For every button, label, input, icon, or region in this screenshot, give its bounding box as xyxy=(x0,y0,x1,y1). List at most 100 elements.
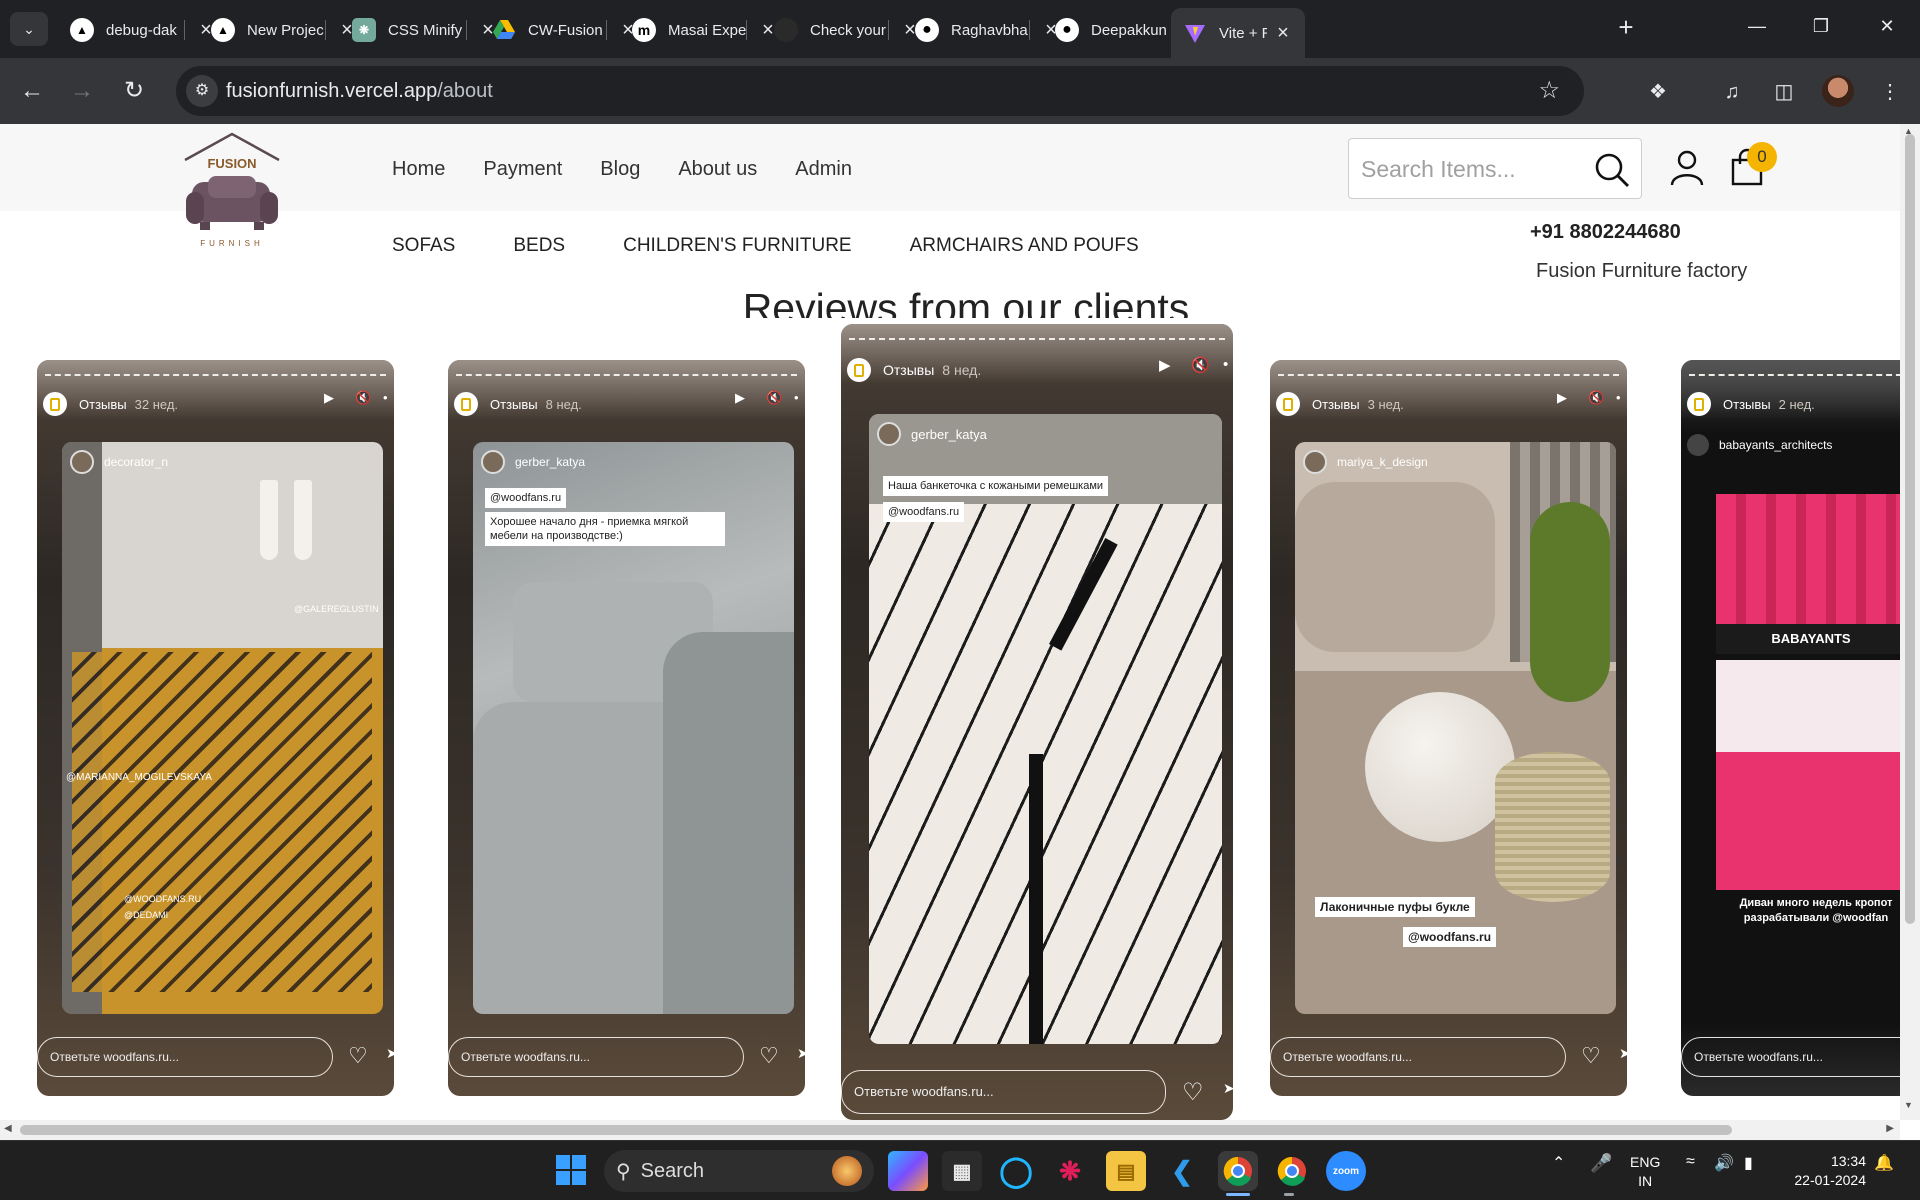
reply-input[interactable]: Ответьте woodfans.ru... xyxy=(448,1037,744,1077)
vertical-scroll-thumb[interactable] xyxy=(1905,134,1915,924)
zoom-icon[interactable]: zoom xyxy=(1326,1151,1366,1191)
wifi-icon[interactable]: ≈ xyxy=(1686,1153,1695,1171)
nav-blog[interactable]: Blog xyxy=(600,158,640,181)
nav-about-us[interactable]: About us xyxy=(678,158,757,181)
system-clock[interactable]: 13:34 22-01-2024 xyxy=(1776,1152,1866,1190)
forward-arrow-icon[interactable]: → xyxy=(66,75,98,107)
review-card[interactable]: Отзывы 2 нед. babayants_architects BABAY… xyxy=(1681,360,1900,1096)
mute-icon[interactable]: 🔇 xyxy=(355,390,371,406)
minimize-icon[interactable]: — xyxy=(1742,16,1772,37)
send-icon[interactable]: ➤ xyxy=(797,1045,805,1062)
tab-separator xyxy=(325,20,326,40)
photo-pink-installation xyxy=(1716,494,1900,624)
scroll-left-arrow-icon[interactable]: ◀ xyxy=(4,1123,12,1134)
close-icon[interactable]: × xyxy=(1273,22,1293,45)
tray-chevron-up-icon[interactable]: ⌃ xyxy=(1552,1153,1565,1173)
file-explorer-icon[interactable]: ▤ xyxy=(1106,1151,1146,1191)
heart-icon[interactable]: ♡ xyxy=(1581,1043,1601,1069)
more-dot-icon[interactable]: • xyxy=(794,390,799,405)
microsoft-store-icon[interactable]: ▦ xyxy=(942,1151,982,1191)
horizontal-scrollbar[interactable]: ◀ ▶ xyxy=(0,1120,1900,1140)
site-logo[interactable]: FUSION FURNISH xyxy=(182,132,282,252)
category-armchairs-poufs[interactable]: ARMCHAIRS AND POUFS xyxy=(910,235,1139,257)
side-panel-icon[interactable]: ◫ xyxy=(1770,78,1798,106)
mute-icon[interactable]: 🔇 xyxy=(1191,356,1210,374)
profile-avatar[interactable] xyxy=(1822,75,1854,107)
reload-icon[interactable]: ↻ xyxy=(118,75,150,107)
kebab-menu-icon[interactable]: ⋮ xyxy=(1876,78,1904,106)
heart-icon[interactable]: ♡ xyxy=(759,1043,779,1069)
chrome-icon[interactable] xyxy=(1218,1151,1258,1191)
tab-vite-react[interactable]: Vite + Rea × xyxy=(1171,8,1305,58)
tab-title: Masai Expe xyxy=(668,21,747,39)
notification-bell-icon[interactable]: 🔔 xyxy=(1874,1153,1894,1173)
address-bar[interactable]: ⚙ fusionfurnish.vercel.app/about ☆ xyxy=(176,66,1584,116)
extensions-puzzle-icon[interactable]: ❖ xyxy=(1644,78,1672,106)
vertical-scrollbar[interactable]: ▲ ▼ xyxy=(1900,124,1920,1120)
mute-icon[interactable]: 🔇 xyxy=(1588,390,1604,406)
vercel-icon: ▲ xyxy=(211,18,235,42)
language-indicator[interactable]: ENG IN xyxy=(1630,1153,1660,1191)
new-tab-plus-icon[interactable]: + xyxy=(1612,14,1640,42)
windows-start-icon[interactable] xyxy=(556,1155,586,1185)
chrome-profile-icon[interactable] xyxy=(1272,1151,1312,1191)
play-icon[interactable]: ▶ xyxy=(1557,390,1567,406)
mute-icon[interactable]: 🔇 xyxy=(766,390,782,406)
browser-toolbar: ← → ↻ ⚙ fusionfurnish.vercel.app/about ☆… xyxy=(0,58,1920,124)
copilot-icon[interactable] xyxy=(888,1151,928,1191)
scroll-right-arrow-icon[interactable]: ▶ xyxy=(1886,1123,1894,1134)
play-icon[interactable]: ▶ xyxy=(735,390,745,406)
site-settings-icon[interactable]: ⚙ xyxy=(186,75,218,107)
more-dot-icon[interactable]: • xyxy=(383,390,388,405)
restore-icon[interactable]: ❐ xyxy=(1806,16,1836,37)
search-icon[interactable] xyxy=(1593,151,1631,189)
review-card[interactable]: Отзывы 32 нед. ▶ 🔇 • decorator_n @GALERE… xyxy=(37,360,394,1096)
search-input[interactable] xyxy=(1361,153,1581,185)
heart-icon[interactable]: ♡ xyxy=(1182,1078,1204,1107)
bookmark-star-icon[interactable]: ☆ xyxy=(1538,76,1560,105)
send-icon[interactable]: ➤ xyxy=(386,1045,394,1062)
review-card[interactable]: Отзывы 3 нед. ▶ 🔇 • mariya_k_design Лако… xyxy=(1270,360,1627,1096)
photo-caption: Диван много недель кропот разрабатывали … xyxy=(1721,896,1900,926)
slack-icon[interactable]: ❋ xyxy=(1050,1151,1090,1191)
play-icon[interactable]: ▶ xyxy=(324,390,334,406)
tab-search-dropdown-icon[interactable]: ⌄ xyxy=(10,12,48,46)
reply-input[interactable]: Ответьте woodfans.ru... xyxy=(1270,1037,1566,1077)
photo-tag: @GALEREGLUSTIN xyxy=(294,604,379,614)
story-progress-bar xyxy=(1689,374,1900,376)
volume-icon[interactable]: 🔊 xyxy=(1714,1153,1734,1173)
send-icon[interactable]: ➤ xyxy=(1619,1045,1627,1062)
nav-payment[interactable]: Payment xyxy=(483,158,562,181)
review-card-active[interactable]: Отзывы 8 нед. ▶ 🔇 • gerber_katya Наша ба… xyxy=(841,324,1233,1120)
back-arrow-icon[interactable]: ← xyxy=(16,75,48,107)
nav-home[interactable]: Home xyxy=(392,158,445,181)
category-beds[interactable]: BEDS xyxy=(513,235,565,257)
photo-brand-text: BABAYANTS xyxy=(1716,624,1900,654)
send-icon[interactable]: ➤ xyxy=(1223,1080,1233,1097)
more-dot-icon[interactable]: • xyxy=(1616,390,1621,405)
vscode-icon[interactable]: ❮ xyxy=(1162,1151,1202,1191)
scroll-down-arrow-icon[interactable]: ▼ xyxy=(1904,1100,1913,1110)
more-dot-icon[interactable]: • xyxy=(1223,356,1228,373)
reply-input[interactable]: Ответьте woodfans.ru... xyxy=(1681,1037,1900,1077)
category-sofas[interactable]: SOFAS xyxy=(392,235,455,257)
window-close-icon[interactable]: ✕ xyxy=(1872,16,1902,37)
battery-icon[interactable]: ▮ xyxy=(1744,1153,1753,1173)
microphone-icon[interactable]: 🎤 xyxy=(1590,1153,1612,1174)
heart-icon[interactable]: ♡ xyxy=(348,1043,368,1069)
play-icon[interactable]: ▶ xyxy=(1159,356,1171,374)
reply-input[interactable]: Ответьте woodfans.ru... xyxy=(37,1037,333,1077)
cortana-icon[interactable]: ◯ xyxy=(996,1151,1036,1191)
address-url[interactable]: fusionfurnish.vercel.app/about xyxy=(226,80,493,103)
category-childrens-furniture[interactable]: CHILDREN'S FURNITURE xyxy=(623,235,851,257)
taskbar-search[interactable]: ⚲ Search xyxy=(604,1150,874,1192)
review-card[interactable]: Отзывы 8 нед. ▶ 🔇 • gerber_katya @woodfa… xyxy=(448,360,805,1096)
user-account-icon[interactable] xyxy=(1670,150,1704,186)
tab-separator xyxy=(1029,20,1030,40)
story-progress-bar xyxy=(45,374,386,376)
nav-admin[interactable]: Admin xyxy=(795,158,852,181)
media-controls-icon[interactable]: ♫ xyxy=(1718,78,1746,106)
reply-input[interactable]: Ответьте woodfans.ru... xyxy=(841,1070,1166,1114)
masai-icon: m xyxy=(632,18,656,42)
horizontal-scroll-thumb[interactable] xyxy=(20,1125,1732,1135)
